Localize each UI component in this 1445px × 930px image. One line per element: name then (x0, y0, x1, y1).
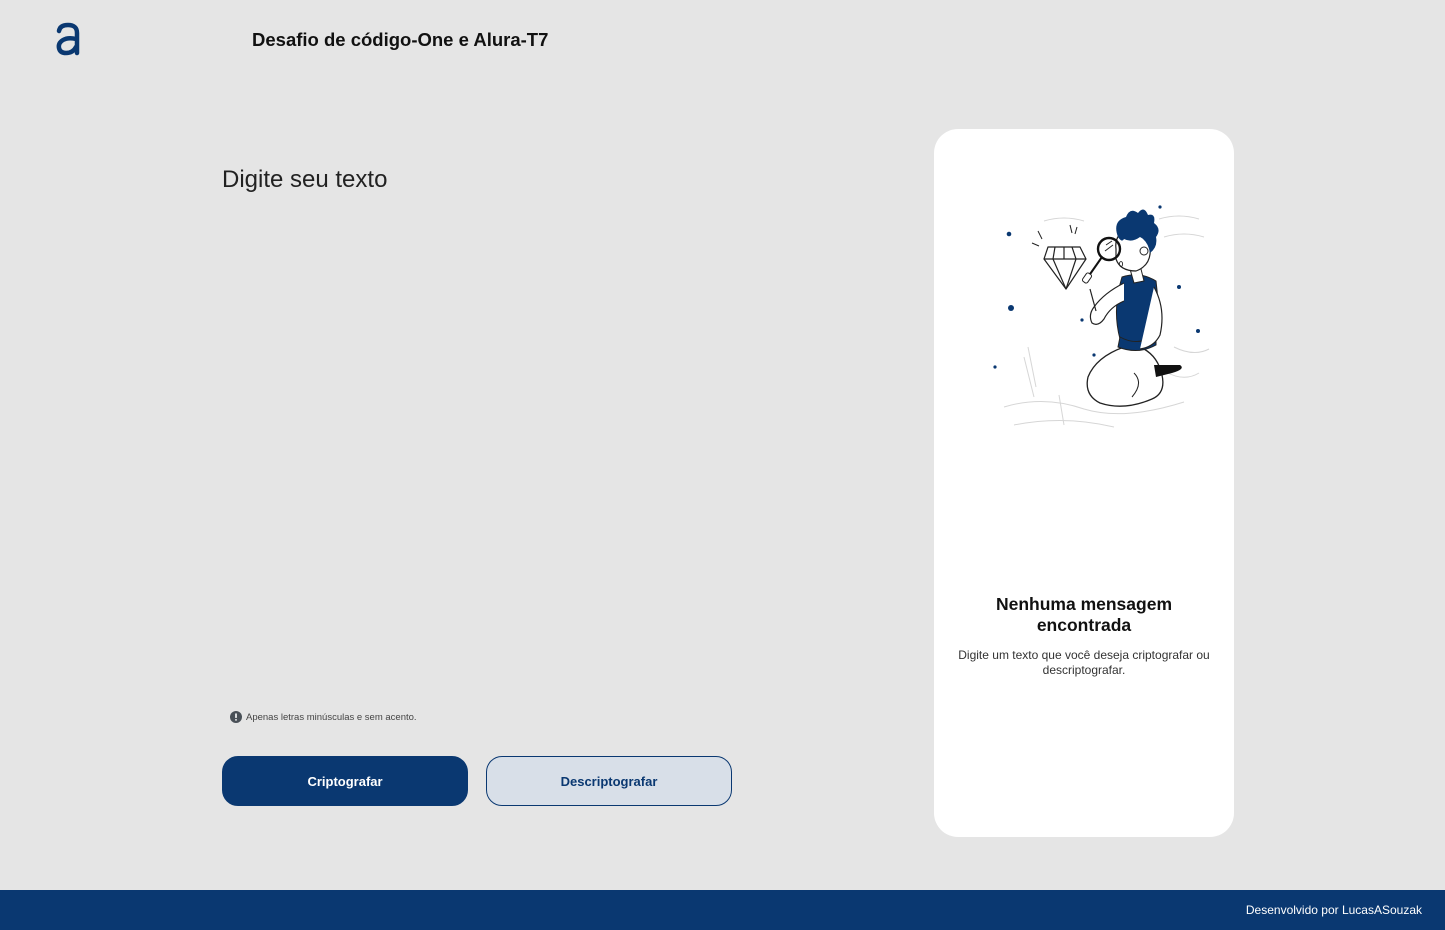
empty-state-description: Digite um texto que você deseja criptogr… (958, 648, 1210, 677)
input-hint: Apenas letras minúsculas e sem acento. (230, 711, 417, 723)
decrypt-button[interactable]: Descriptografar (486, 756, 732, 806)
alura-logo-icon[interactable] (54, 22, 82, 56)
exclamation-circle-icon (230, 711, 242, 723)
message-input[interactable] (222, 166, 842, 686)
output-panel: Nenhuma mensagem encontrada Digite um te… (934, 129, 1234, 837)
hint-text: Apenas letras minúsculas e sem acento. (246, 711, 417, 723)
footer: Desenvolvido por LucasASouzak (0, 890, 1445, 930)
footer-credit: Desenvolvido por LucasASouzak (1245, 903, 1422, 917)
encrypt-button[interactable]: Criptografar (222, 756, 468, 806)
empty-state-title: Nenhuma mensagem encontrada (995, 594, 1173, 635)
person-with-magnifying-glass-illustration (993, 205, 1210, 428)
page-title: Desafio de código-One e Alura-T7 (252, 29, 549, 50)
